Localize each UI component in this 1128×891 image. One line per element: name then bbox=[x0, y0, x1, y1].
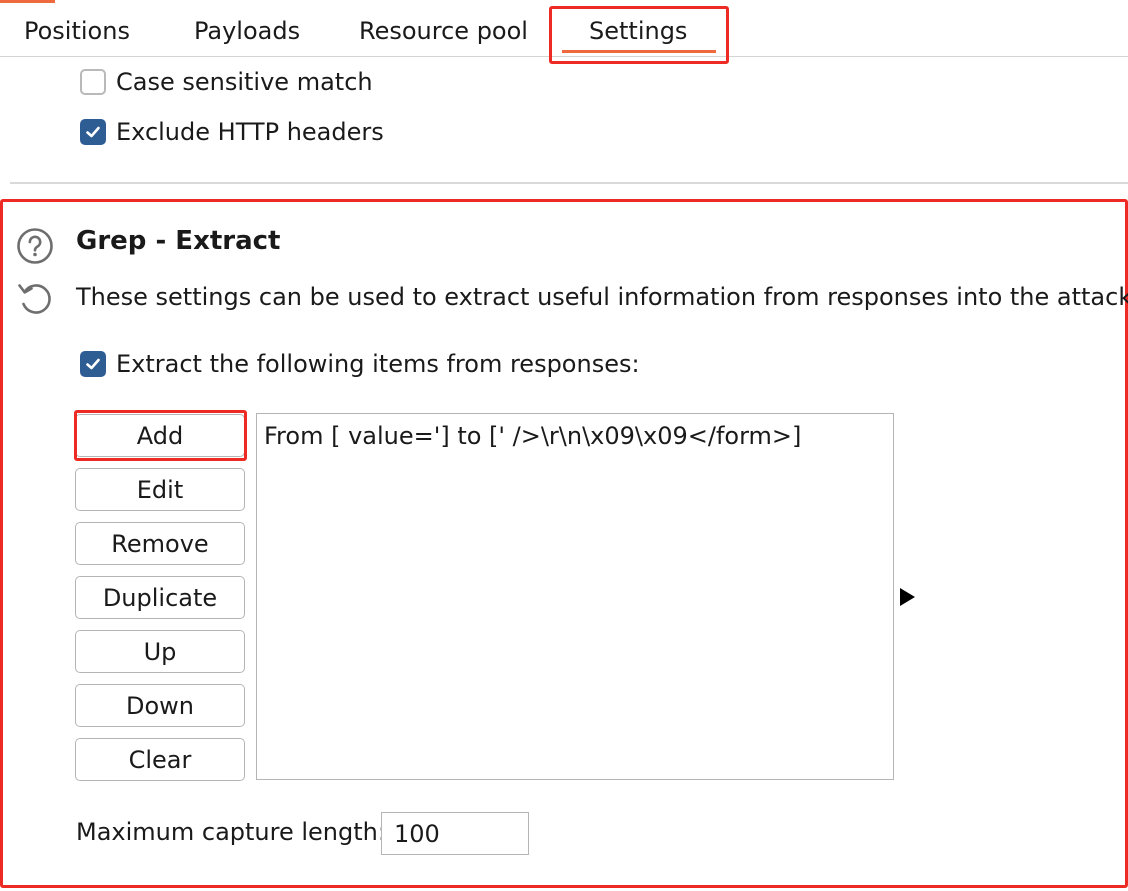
help-circle-icon[interactable] bbox=[16, 227, 54, 265]
checkmark-icon bbox=[86, 126, 100, 138]
extract-items-option[interactable]: Extract the following items from respons… bbox=[80, 350, 640, 378]
triangle-right-icon[interactable] bbox=[900, 588, 915, 606]
max-capture-label: Maximum capture length: bbox=[76, 818, 386, 846]
exclude-headers-option[interactable]: Exclude HTTP headers bbox=[80, 118, 384, 146]
duplicate-button[interactable]: Duplicate bbox=[75, 576, 245, 619]
extract-items-list[interactable]: From [ value='] to [' />\r\n\x09\x09</fo… bbox=[256, 413, 894, 780]
exclude-headers-label: Exclude HTTP headers bbox=[116, 118, 384, 146]
settings-tab-highlight bbox=[549, 6, 729, 64]
clear-button[interactable]: Clear bbox=[75, 738, 245, 781]
list-item[interactable]: From [ value='] to [' />\r\n\x09\x09</fo… bbox=[264, 422, 801, 450]
section-divider bbox=[10, 182, 1128, 184]
checkmark-icon bbox=[86, 358, 100, 370]
max-capture-input[interactable] bbox=[381, 812, 529, 855]
tab-positions[interactable]: Positions bbox=[24, 17, 130, 45]
case-sensitive-option[interactable]: Case sensitive match bbox=[80, 68, 373, 96]
restore-defaults-icon[interactable] bbox=[16, 279, 54, 317]
extract-items-checkbox[interactable] bbox=[80, 351, 106, 377]
tab-resource-pool[interactable]: Resource pool bbox=[359, 17, 528, 45]
case-sensitive-label: Case sensitive match bbox=[116, 68, 373, 96]
exclude-headers-checkbox[interactable] bbox=[80, 119, 106, 145]
edit-button[interactable]: Edit bbox=[75, 468, 245, 511]
add-button-highlight bbox=[74, 410, 247, 461]
case-sensitive-checkbox[interactable] bbox=[80, 69, 106, 95]
down-button[interactable]: Down bbox=[75, 684, 245, 727]
extract-items-label: Extract the following items from respons… bbox=[116, 350, 640, 378]
tab-payloads[interactable]: Payloads bbox=[194, 17, 300, 45]
section-title: Grep - Extract bbox=[76, 226, 281, 256]
section-description: These settings can be used to extract us… bbox=[76, 283, 1128, 311]
up-button[interactable]: Up bbox=[75, 630, 245, 673]
remove-button[interactable]: Remove bbox=[75, 522, 245, 565]
